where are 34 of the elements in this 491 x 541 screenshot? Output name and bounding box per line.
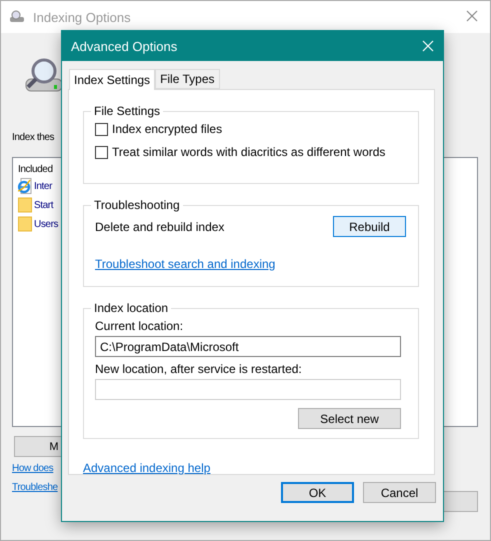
list-item[interactable]: Inter bbox=[34, 180, 52, 192]
checkbox-label[interactable]: Index encrypted files bbox=[112, 122, 222, 136]
dialog-title: Advanced Options bbox=[71, 38, 178, 54]
group-title: Index location bbox=[93, 301, 170, 315]
description-text: Index thes bbox=[12, 132, 56, 143]
group-title: Troubleshooting bbox=[93, 198, 181, 212]
help-link[interactable]: Advanced indexing help bbox=[83, 461, 210, 475]
folder-icon bbox=[18, 197, 32, 213]
dialog-button[interactable]: OK bbox=[281, 482, 354, 503]
new-location-field[interactable] bbox=[95, 379, 401, 400]
help-link[interactable]: Troubleshe bbox=[12, 482, 58, 493]
group-title: File Settings bbox=[93, 104, 162, 118]
tab[interactable]: File Types bbox=[155, 69, 220, 89]
checkbox-label[interactable]: Treat similar words with diacritics as different words bbox=[112, 145, 386, 159]
checkbox[interactable] bbox=[95, 122, 108, 136]
folder-icon bbox=[18, 216, 32, 232]
field-label: Current location: bbox=[95, 319, 184, 333]
help-link[interactable]: How does bbox=[12, 463, 54, 474]
drive-search-icon bbox=[9, 10, 25, 24]
browser-icon bbox=[18, 178, 32, 194]
window-title: Indexing Options bbox=[33, 10, 132, 24]
field-label: New location, after service is restarted: bbox=[95, 362, 303, 376]
rebuild-button[interactable]: Rebuild bbox=[333, 216, 406, 237]
dialog-button[interactable]: Cancel bbox=[363, 482, 436, 503]
rebuild-description: Delete and rebuild index bbox=[95, 220, 224, 234]
troubleshoot-link[interactable]: Troubleshoot search and indexing bbox=[95, 257, 276, 271]
tab[interactable]: Index Settings bbox=[69, 69, 156, 90]
list-item[interactable]: Users bbox=[34, 218, 58, 230]
checkbox[interactable] bbox=[95, 146, 108, 158]
list-header: Included bbox=[18, 164, 54, 175]
select-new-button[interactable]: Select new bbox=[298, 408, 401, 429]
current-location-field[interactable]: C:\ProgramData\Microsoft bbox=[95, 336, 401, 357]
list-item[interactable]: Start bbox=[34, 200, 54, 210]
close-icon[interactable] bbox=[466, 10, 478, 22]
